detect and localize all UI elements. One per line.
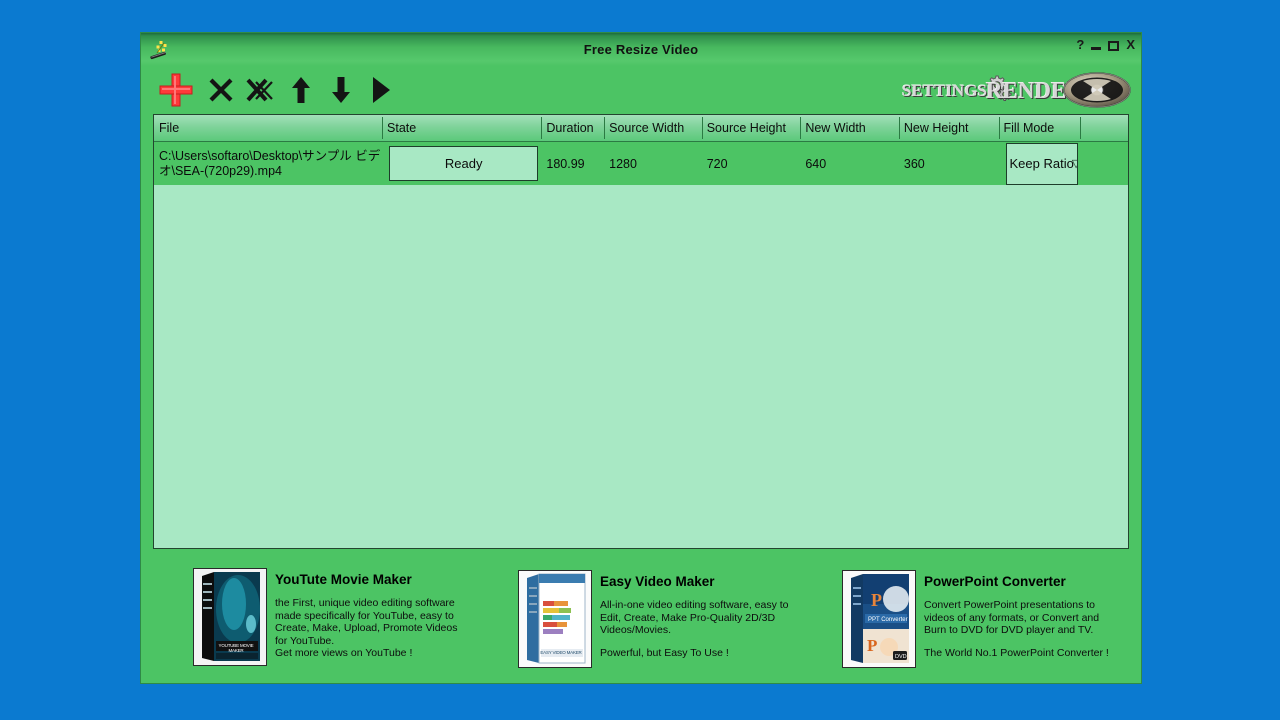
cell-duration: 180.99 xyxy=(546,156,585,171)
maximize-button[interactable] xyxy=(1108,40,1120,51)
column-header-fill-mode[interactable]: Fill Mode xyxy=(998,115,1081,141)
chevron-down-icon[interactable]: ▽ xyxy=(1072,157,1077,170)
remove-all-files-button[interactable] xyxy=(241,66,281,114)
promo-easy-video-maker[interactable]: EASY VIDEO MAKER Easy Video Maker All-in… xyxy=(518,570,808,668)
promo-text-2: PowerPoint Converter Convert PowerPoint … xyxy=(924,570,1132,659)
cell-state: Ready xyxy=(382,142,541,185)
column-header-duration[interactable]: Duration xyxy=(541,115,604,141)
double-x-icon xyxy=(246,78,273,102)
column-header-new-width[interactable]: New Width xyxy=(800,115,899,141)
svg-text:P: P xyxy=(871,590,882,610)
promo-thumbnail-caption-0: YOUTUBE MOVIE MAKER xyxy=(218,643,254,654)
cell-file-path: C:\Users\softaro\Desktop\サンプル ビデオ\SEA-(7… xyxy=(159,148,381,178)
column-header-state[interactable]: State xyxy=(382,115,541,141)
table-row[interactable]: C:\Users\softaro\Desktop\サンプル ビデオ\SEA-(7… xyxy=(154,142,1128,185)
cell-extra xyxy=(1080,142,1128,185)
film-reel-icon xyxy=(1063,72,1131,108)
title-bar: Free Resize Video ? X xyxy=(141,33,1141,66)
file-list-rows: C:\Users\softaro\Desktop\サンプル ビデオ\SEA-(7… xyxy=(154,142,1128,548)
promo-banner-area: YOUTUBE MOVIE MAKER YouTute Movie Maker … xyxy=(141,549,1141,683)
promo-thumbnail-caption-1: EASY VIDEO MAKER xyxy=(540,650,582,655)
svg-text:PPT Converter: PPT Converter xyxy=(868,617,908,623)
promo-thumbnail-2[interactable]: P PPT Converter P DVD xyxy=(842,570,916,668)
promo-text-0: YouTute Movie Maker the First, unique vi… xyxy=(275,568,483,670)
magic-wand-icon xyxy=(147,37,171,61)
promo-title-2: PowerPoint Converter xyxy=(924,574,1066,589)
play-triangle-icon xyxy=(373,77,390,103)
x-icon xyxy=(209,78,233,102)
preview-play-button[interactable] xyxy=(363,66,399,114)
minimize-button[interactable] xyxy=(1091,47,1102,50)
window-title: Free Resize Video xyxy=(583,42,699,57)
settings-label: SETTINGS xyxy=(901,81,987,100)
column-header-file[interactable]: File xyxy=(154,115,382,141)
column-header-source-height[interactable]: Source Height xyxy=(701,115,801,141)
promo-youtube-movie-maker[interactable]: YOUTUBE MOVIE MAKER YouTute Movie Maker … xyxy=(193,568,483,670)
promo-title-1: Easy Video Maker xyxy=(600,574,715,589)
arrow-down-icon xyxy=(332,77,350,103)
remove-file-button[interactable] xyxy=(203,66,239,114)
desktop-background: Free Resize Video ? X SETTINGS RENDER Fi… xyxy=(0,0,1280,720)
file-list[interactable]: File State Duration Source Width Source … xyxy=(153,114,1129,549)
promo-text-1: Easy Video Maker All-in-one video editin… xyxy=(600,570,808,659)
move-up-button[interactable] xyxy=(283,66,319,114)
move-down-button[interactable] xyxy=(323,66,359,114)
cell-fill-mode[interactable]: Keep Ratio ▽ xyxy=(999,142,1081,185)
arrow-up-icon xyxy=(292,77,310,103)
column-header-extra[interactable] xyxy=(1080,115,1128,141)
add-file-button[interactable] xyxy=(153,66,199,114)
promo-tagline-2: The World No.1 PowerPoint Converter ! xyxy=(924,646,1109,659)
application-window: Free Resize Video ? X SETTINGS RENDER Fi… xyxy=(140,32,1142,684)
file-list-header: File State Duration Source Width Source … xyxy=(154,115,1128,142)
promo-thumbnail-0[interactable]: YOUTUBE MOVIE MAKER xyxy=(193,568,267,667)
promo-thumbnail-1[interactable]: EASY VIDEO MAKER xyxy=(518,570,592,668)
render-button[interactable]: RENDER xyxy=(986,72,1131,110)
cell-source-height: 720 xyxy=(706,156,728,171)
fill-mode-dropdown[interactable]: Keep Ratio ▽ xyxy=(1005,142,1079,185)
plus-icon xyxy=(159,73,193,107)
help-button[interactable]: ? xyxy=(1076,38,1084,51)
fill-mode-value: Keep Ratio xyxy=(1009,156,1074,171)
promo-body-1: All-in-one video editing software, easy … xyxy=(600,599,789,637)
toolbar: SETTINGS RENDER xyxy=(141,66,1141,114)
cell-source-width: 1280 xyxy=(609,156,637,171)
promo-tagline-1: Powerful, but Easy To Use ! xyxy=(600,646,729,659)
svg-text:P: P xyxy=(867,636,877,655)
promo-powerpoint-converter[interactable]: P PPT Converter P DVD PowerPoint Convert… xyxy=(842,570,1132,668)
column-header-new-height[interactable]: New Height xyxy=(898,115,999,141)
cell-new-width[interactable]: 640 xyxy=(800,142,899,185)
promo-body-0: the First, unique video editing software… xyxy=(275,597,458,660)
svg-text:DVD: DVD xyxy=(895,654,907,660)
promo-title-0: YouTute Movie Maker xyxy=(275,572,412,588)
promo-body-2: Convert PowerPoint presentations to vide… xyxy=(924,599,1100,637)
window-controls: ? X xyxy=(1076,38,1135,51)
close-button[interactable]: X xyxy=(1126,38,1135,51)
column-header-source-width[interactable]: Source Width xyxy=(604,115,702,141)
state-badge: Ready xyxy=(389,146,539,181)
cell-new-height[interactable]: 360 xyxy=(899,142,999,185)
